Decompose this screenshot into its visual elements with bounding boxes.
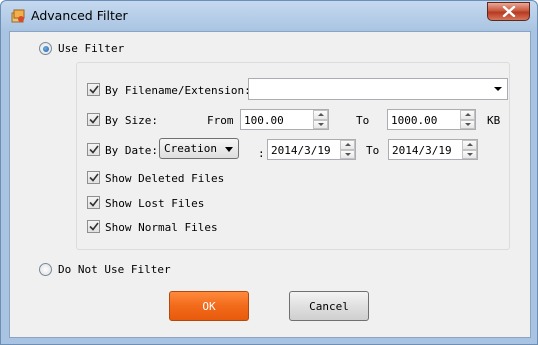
chevron-down-icon [344, 152, 351, 156]
by-date-checkbox[interactable] [87, 143, 100, 156]
spin-up-button[interactable] [313, 110, 328, 120]
cancel-button[interactable]: Cancel [289, 291, 369, 321]
show-deleted-label: Show Deleted Files [105, 172, 225, 185]
size-from-value: 100.00 [244, 114, 284, 127]
spin-up-button[interactable] [460, 110, 475, 120]
checkmark-icon [88, 145, 99, 154]
date-type-select[interactable]: Creation [159, 138, 239, 159]
cancel-label: Cancel [309, 299, 349, 313]
chevron-down-icon [225, 147, 233, 152]
by-date-label: By Date: [105, 144, 158, 157]
checkmark-icon [88, 85, 99, 94]
date-type-value: Creation [164, 142, 217, 155]
chevron-down-icon [464, 122, 471, 126]
date-from-value: 2014/3/19 [271, 144, 331, 157]
use-filter-radio[interactable]: Use Filter [39, 42, 124, 55]
spin-down-button[interactable] [460, 119, 475, 129]
chevron-down-icon [466, 152, 473, 156]
date-separator: : [258, 147, 265, 160]
chevron-up-icon [464, 113, 471, 117]
filename-extension-combo[interactable] [248, 78, 508, 100]
checkmark-icon [88, 222, 99, 231]
by-filename-label: By Filename/Extension: [105, 84, 251, 97]
date-from-picker[interactable]: 2014/3/19 [267, 139, 356, 160]
show-lost-checkbox[interactable] [87, 196, 100, 209]
filter-options-group: By Filename/Extension: By Size: From 100… [76, 62, 510, 250]
chevron-down-icon [494, 87, 502, 91]
by-filename-checkbox[interactable] [87, 83, 100, 96]
spin-down-button[interactable] [462, 149, 477, 159]
title-bar[interactable]: Advanced Filter [1, 1, 537, 31]
checkmark-icon [88, 115, 99, 124]
date-to-label: To [366, 144, 380, 157]
show-normal-label: Show Normal Files [105, 221, 218, 234]
size-from-spinner[interactable]: 100.00 [240, 109, 329, 130]
by-size-checkbox[interactable] [87, 113, 100, 126]
spin-up-button[interactable] [340, 140, 355, 150]
spin-down-button[interactable] [340, 149, 355, 159]
spin-down-button[interactable] [313, 119, 328, 129]
chevron-up-icon [317, 113, 324, 117]
radio-selected-icon [39, 42, 52, 55]
size-to-label: To [356, 114, 370, 127]
dialog-body: Use Filter By Filename/Extension: By Siz… [9, 31, 531, 338]
app-icon [11, 9, 25, 23]
no-filter-radio[interactable]: Do Not Use Filter [39, 263, 171, 276]
size-unit-label: KB [487, 114, 501, 127]
date-to-value: 2014/3/19 [392, 144, 452, 157]
advanced-filter-dialog: Advanced Filter Use Filter By Filename/E… [0, 0, 538, 345]
show-deleted-checkbox[interactable] [87, 171, 100, 184]
close-icon [502, 6, 515, 17]
chevron-up-icon [344, 143, 351, 147]
spin-up-button[interactable] [462, 140, 477, 150]
chevron-down-icon [317, 122, 324, 126]
size-to-spinner[interactable]: 1000.00 [387, 109, 476, 130]
by-size-label: By Size: [105, 114, 158, 127]
use-filter-label: Use Filter [58, 42, 125, 55]
close-button[interactable] [487, 2, 530, 21]
no-filter-label: Do Not Use Filter [58, 263, 171, 276]
checkmark-icon [88, 198, 99, 207]
checkmark-icon [88, 173, 99, 182]
size-from-label: From [207, 114, 234, 127]
ok-button[interactable]: OK [169, 291, 249, 321]
ok-label: OK [202, 299, 216, 313]
radio-unselected-icon [39, 263, 52, 276]
window-title: Advanced Filter [31, 8, 128, 23]
date-to-picker[interactable]: 2014/3/19 [388, 139, 478, 160]
size-to-value: 1000.00 [391, 114, 438, 127]
show-lost-label: Show Lost Files [105, 197, 205, 210]
show-normal-checkbox[interactable] [87, 220, 100, 233]
chevron-up-icon [466, 143, 473, 147]
